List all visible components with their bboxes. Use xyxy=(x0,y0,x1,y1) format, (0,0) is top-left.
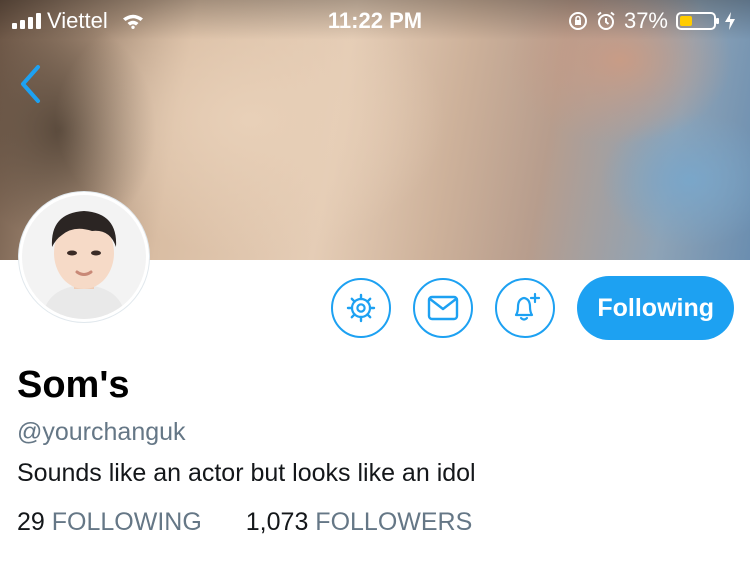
display-name: Som's xyxy=(17,364,130,406)
following-stat[interactable]: 29 FOLLOWING xyxy=(17,508,202,537)
back-button[interactable] xyxy=(12,60,48,108)
profile-actions: Following xyxy=(331,276,734,340)
envelope-icon xyxy=(428,295,459,321)
charging-bolt-icon xyxy=(725,12,735,30)
followers-label: FOLLOWERS xyxy=(315,508,473,536)
battery-fill xyxy=(680,16,692,26)
bell-plus-icon xyxy=(515,292,541,321)
message-button[interactable] xyxy=(413,278,474,338)
followers-count: 1,073 xyxy=(245,508,309,536)
rotation-lock-icon xyxy=(568,12,587,30)
user-handle: @yourchanguk xyxy=(17,418,186,446)
alarm-icon xyxy=(597,11,615,30)
following-button[interactable]: Following xyxy=(577,276,734,340)
following-label: FOLLOWING xyxy=(51,508,202,536)
notifications-button[interactable] xyxy=(495,278,556,338)
avatar[interactable] xyxy=(19,192,149,322)
avatar-portrait xyxy=(22,195,146,319)
following-count: 29 xyxy=(17,508,45,536)
battery-percent: 37% xyxy=(623,8,668,33)
profile-bio: Sounds like an actor but looks like an i… xyxy=(17,459,476,487)
gear-icon xyxy=(347,293,376,323)
status-bar: Viettel 11:22 PM 37% xyxy=(0,0,750,40)
followers-stat[interactable]: 1,073 FOLLOWERS xyxy=(246,508,473,537)
profile-stats: 29 FOLLOWING 1,073 FOLLOWERS xyxy=(17,508,472,537)
battery-icon xyxy=(676,12,719,30)
settings-button[interactable] xyxy=(331,278,392,338)
chevron-left-icon xyxy=(21,65,40,103)
status-right: 37% xyxy=(568,8,736,34)
battery-nub xyxy=(716,18,719,24)
